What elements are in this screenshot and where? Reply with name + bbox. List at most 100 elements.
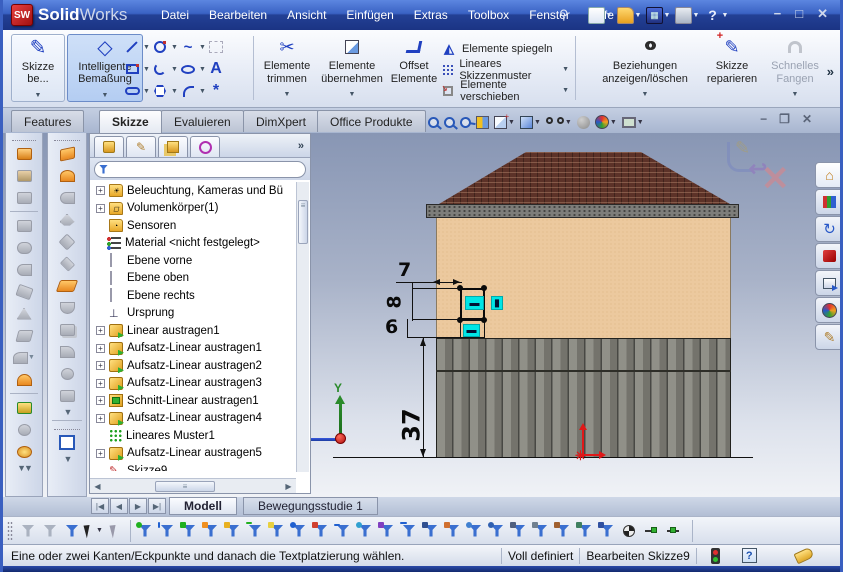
expand-toggle[interactable]: [96, 186, 105, 195]
repair-sketch-button[interactable]: +✎ Skizzereparieren: [701, 34, 763, 102]
custom-properties-button[interactable]: ✎: [815, 324, 843, 350]
horizontal-constraint-badge[interactable]: ▬: [463, 324, 480, 337]
sketch-vertex[interactable]: [481, 285, 487, 291]
propertymanager-tab[interactable]: ✎: [126, 136, 156, 157]
dimension-7[interactable]: 7: [398, 259, 411, 281]
tree-vertical-scrollbar[interactable]: [296, 182, 309, 472]
tab-dimxpert[interactable]: DimXpert: [243, 110, 319, 132]
tree-item-extrude1[interactable]: Linear austragen1: [90, 322, 310, 340]
tree-item-boss-extrude2[interactable]: Aufsatz-Linear austragen2: [90, 357, 310, 375]
appearances-scenes-button[interactable]: [815, 297, 843, 323]
document-restore-button[interactable]: ❐: [779, 112, 790, 126]
featuremanager-tab[interactable]: [94, 136, 124, 157]
slot-dropdown[interactable]: ▼: [143, 88, 151, 95]
horizontal-constraint-badge[interactable]: ▬: [465, 296, 484, 310]
section-view-button[interactable]: [475, 115, 490, 130]
filter-axes-button[interactable]: [244, 520, 266, 542]
window-maximize-button[interactable]: □: [795, 6, 803, 22]
polygon-tool[interactable]: [151, 82, 169, 100]
menu-bearbeiten[interactable]: Bearbeiten: [199, 4, 277, 26]
menu-toolbox[interactable]: Toolbox: [458, 4, 519, 26]
tree-item-right-plane[interactable]: Ebene rechts: [90, 287, 310, 305]
filter-surface-bodies-button[interactable]: [200, 520, 222, 542]
tab-modell[interactable]: Modell: [169, 497, 237, 515]
display-delete-relations-button[interactable]: Beziehungenanzeigen/löschen ▼: [595, 34, 695, 102]
save-button[interactable]: ▦▼: [645, 4, 672, 26]
expand-toggle[interactable]: [96, 449, 105, 458]
toolbar-grip[interactable]: [7, 521, 13, 541]
filter-sketch-points-button[interactable]: [288, 520, 310, 542]
standard-views-cube-icon[interactable]: [55, 432, 79, 453]
convert-entities-button[interactable]: Elementeübernehmen ▼: [317, 34, 387, 102]
shell-icon[interactable]: [12, 369, 36, 390]
tab-features[interactable]: Features: [11, 110, 84, 132]
model-roof[interactable]: [439, 152, 730, 204]
last-tab-button[interactable]: ▶|: [148, 498, 166, 514]
linear-sketch-pattern-button[interactable]: Lineares Skizzenmuster ▼: [441, 59, 569, 80]
tree-item-boss-extrude5[interactable]: Aufsatz-Linear austragen5: [90, 445, 310, 463]
tree-item-boss-extrude1[interactable]: Aufsatz-Linear austragen1: [90, 340, 310, 358]
revolved-boss-icon[interactable]: [12, 165, 36, 186]
window-minimize-button[interactable]: −: [774, 6, 782, 22]
filter-planes-button[interactable]: [266, 520, 288, 542]
zoom-to-selection-button[interactable]: [459, 116, 472, 129]
menu-datei[interactable]: Datei: [151, 4, 199, 26]
hscroll-left-arrow[interactable]: ◀: [90, 482, 105, 491]
polygon-dropdown[interactable]: ▼: [171, 88, 179, 95]
tree-item-boss-extrude4[interactable]: Aufsatz-Linear austragen4: [90, 410, 310, 428]
filter-solid-bodies-button[interactable]: [222, 520, 244, 542]
tree-item-skizze9[interactable]: Skizze9: [90, 462, 310, 471]
filter-notes-button[interactable]: [464, 520, 486, 542]
search-button[interactable]: [815, 243, 843, 269]
clear-all-filters-button[interactable]: [39, 520, 61, 542]
expand-toggle[interactable]: [96, 414, 105, 423]
filter-edges-button[interactable]: [156, 520, 178, 542]
pattern-dropdown[interactable]: ▼: [562, 66, 569, 73]
filter-gtols-button[interactable]: [508, 520, 530, 542]
expand-toggle[interactable]: [96, 204, 105, 213]
tab-bewegungsstudie[interactable]: Bewegungsstudie 1: [243, 497, 378, 515]
dimxpertmanager-tab[interactable]: [190, 136, 220, 157]
tag-icon[interactable]: [794, 547, 815, 565]
move-entities-button[interactable]: ↘ Elemente verschieben ▼: [441, 80, 569, 101]
filter-center-marks-button[interactable]: [376, 520, 398, 542]
display-style-button[interactable]: ▼: [519, 115, 542, 130]
text-tool[interactable]: A: [207, 60, 225, 78]
tab-office-produkte[interactable]: Office Produkte: [317, 110, 426, 132]
vertical-constraint-badge[interactable]: ▮: [491, 296, 503, 310]
tree-item-top-plane[interactable]: Ebene oben: [90, 270, 310, 288]
hide-show-items-button[interactable]: ▼: [545, 116, 573, 128]
filter-routing-points-button[interactable]: [662, 520, 684, 542]
expand-toggle[interactable]: [96, 326, 105, 335]
fillet-dropdown[interactable]: ▼: [199, 88, 207, 95]
ribbon-overflow-button[interactable]: »: [827, 64, 834, 79]
filter-vertices-button[interactable]: [134, 520, 156, 542]
instant3d-icon[interactable]: [12, 441, 36, 462]
help-button[interactable]: ?▼: [703, 4, 730, 26]
extruded-boss-icon[interactable]: [12, 143, 36, 164]
first-tab-button[interactable]: |◀: [91, 498, 109, 514]
expand-toggle[interactable]: [96, 344, 105, 353]
tab-skizze[interactable]: Skizze: [99, 110, 162, 133]
line-dropdown[interactable]: ▼: [143, 44, 151, 51]
filter-surface-finish-button[interactable]: [574, 520, 596, 542]
menu-pin-icon[interactable]: ⚲: [559, 7, 575, 23]
tree-hscroll-thumb[interactable]: ≡: [155, 481, 215, 492]
expand-toggle[interactable]: [96, 361, 105, 370]
file-explorer-button[interactable]: ↻: [815, 216, 843, 242]
menu-extras[interactable]: Extras: [404, 4, 458, 26]
filter-centroid-button[interactable]: [618, 520, 640, 542]
filter-sketch-segments-button[interactable]: [332, 520, 354, 542]
dimension-8[interactable]: 8: [384, 295, 406, 308]
tree-item-lights[interactable]: ☀Beleuchtung, Kameras und Bü: [90, 182, 310, 200]
new-document-button[interactable]: ▼: [587, 4, 614, 26]
dimension-37[interactable]: 37: [398, 408, 426, 441]
rectangle-dropdown[interactable]: ▼: [143, 66, 151, 73]
features-toolbar-expand-chevron[interactable]: ▼▼: [6, 463, 42, 473]
tree-item-front-plane[interactable]: Ebene vorne: [90, 252, 310, 270]
arc-tool[interactable]: [151, 60, 169, 78]
trim-entities-button[interactable]: ✂ Elementetrimmen ▼: [259, 34, 315, 102]
filter-datums-button[interactable]: [530, 520, 552, 542]
surfaces-toolbar-expand-chevron[interactable]: ▼: [48, 407, 86, 417]
filter-faces-button[interactable]: [178, 520, 200, 542]
